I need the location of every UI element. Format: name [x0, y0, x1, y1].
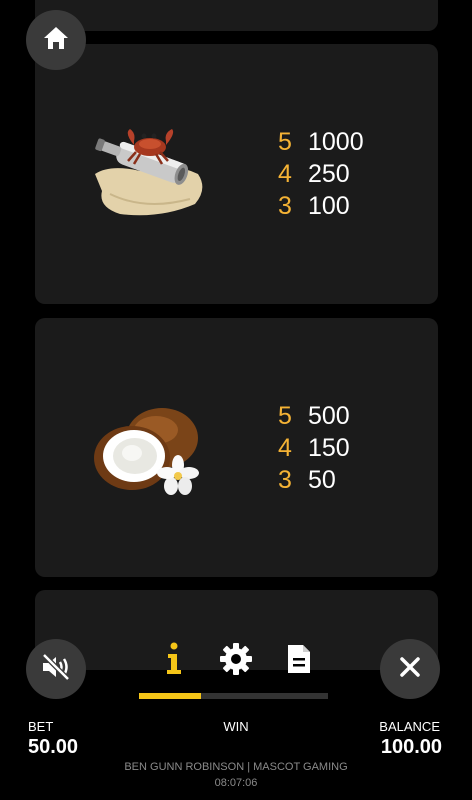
- tab-settings[interactable]: [218, 642, 254, 681]
- payout-value: 1000: [308, 128, 364, 156]
- payout-value: 500: [308, 402, 350, 430]
- payout-value: 250: [308, 160, 350, 188]
- clock: 08:07:06: [214, 777, 258, 789]
- payout-row: 3 100: [278, 190, 364, 222]
- coconut-symbol-image: [90, 398, 210, 508]
- payout-value: 50: [308, 466, 336, 494]
- tab-info[interactable]: [155, 642, 191, 681]
- home-icon: [42, 25, 70, 56]
- payout-row: 3 50: [278, 464, 350, 496]
- close-icon: [399, 656, 421, 683]
- balance-label: BALANCE: [379, 719, 440, 734]
- payout-value: 100: [308, 192, 350, 220]
- document-icon: [286, 643, 312, 680]
- payout-count: 3: [278, 466, 292, 494]
- crab-payout-list: 5 1000 4 250 3 100: [278, 126, 364, 222]
- paytable-card-coconut: 5 500 4 150 3 50: [35, 318, 438, 577]
- balance-value: 100.00: [380, 736, 442, 758]
- tab-rules[interactable]: [281, 643, 317, 679]
- paytable-card-crab: 5 1000 4 250 3 100: [35, 44, 438, 304]
- menu-progress-fill: [139, 693, 202, 699]
- payout-row: 4 150: [278, 432, 350, 464]
- sound-toggle-button[interactable]: [26, 639, 86, 699]
- coconut-payout-list: 5 500 4 150 3 50: [278, 400, 350, 496]
- gear-icon: [219, 642, 253, 681]
- game-credits: BEN GUNN ROBINSON | MASCOT GAMING: [124, 761, 348, 773]
- sound-muted-icon: [39, 652, 73, 687]
- payout-row: 4 250: [278, 158, 364, 190]
- payout-count: 3: [278, 192, 292, 220]
- payout-count: 4: [278, 434, 292, 462]
- close-button[interactable]: [380, 639, 440, 699]
- payout-count: 4: [278, 160, 292, 188]
- payout-count: 5: [278, 402, 292, 430]
- home-button[interactable]: [26, 10, 86, 70]
- payout-row: 5 1000: [278, 126, 364, 158]
- payout-row: 5 500: [278, 400, 350, 432]
- crab-on-bottle-symbol-image: [90, 119, 210, 229]
- menu-progress-track: [139, 693, 328, 699]
- paytable-screen: 5 1000 4 250 3 100 5 500 4 150 3 50 BET …: [0, 0, 472, 800]
- payout-value: 150: [308, 434, 350, 462]
- paytable-card-previous: [35, 0, 438, 31]
- bet-value: 50.00: [28, 736, 79, 758]
- payout-count: 5: [278, 128, 292, 156]
- info-icon: [163, 642, 183, 681]
